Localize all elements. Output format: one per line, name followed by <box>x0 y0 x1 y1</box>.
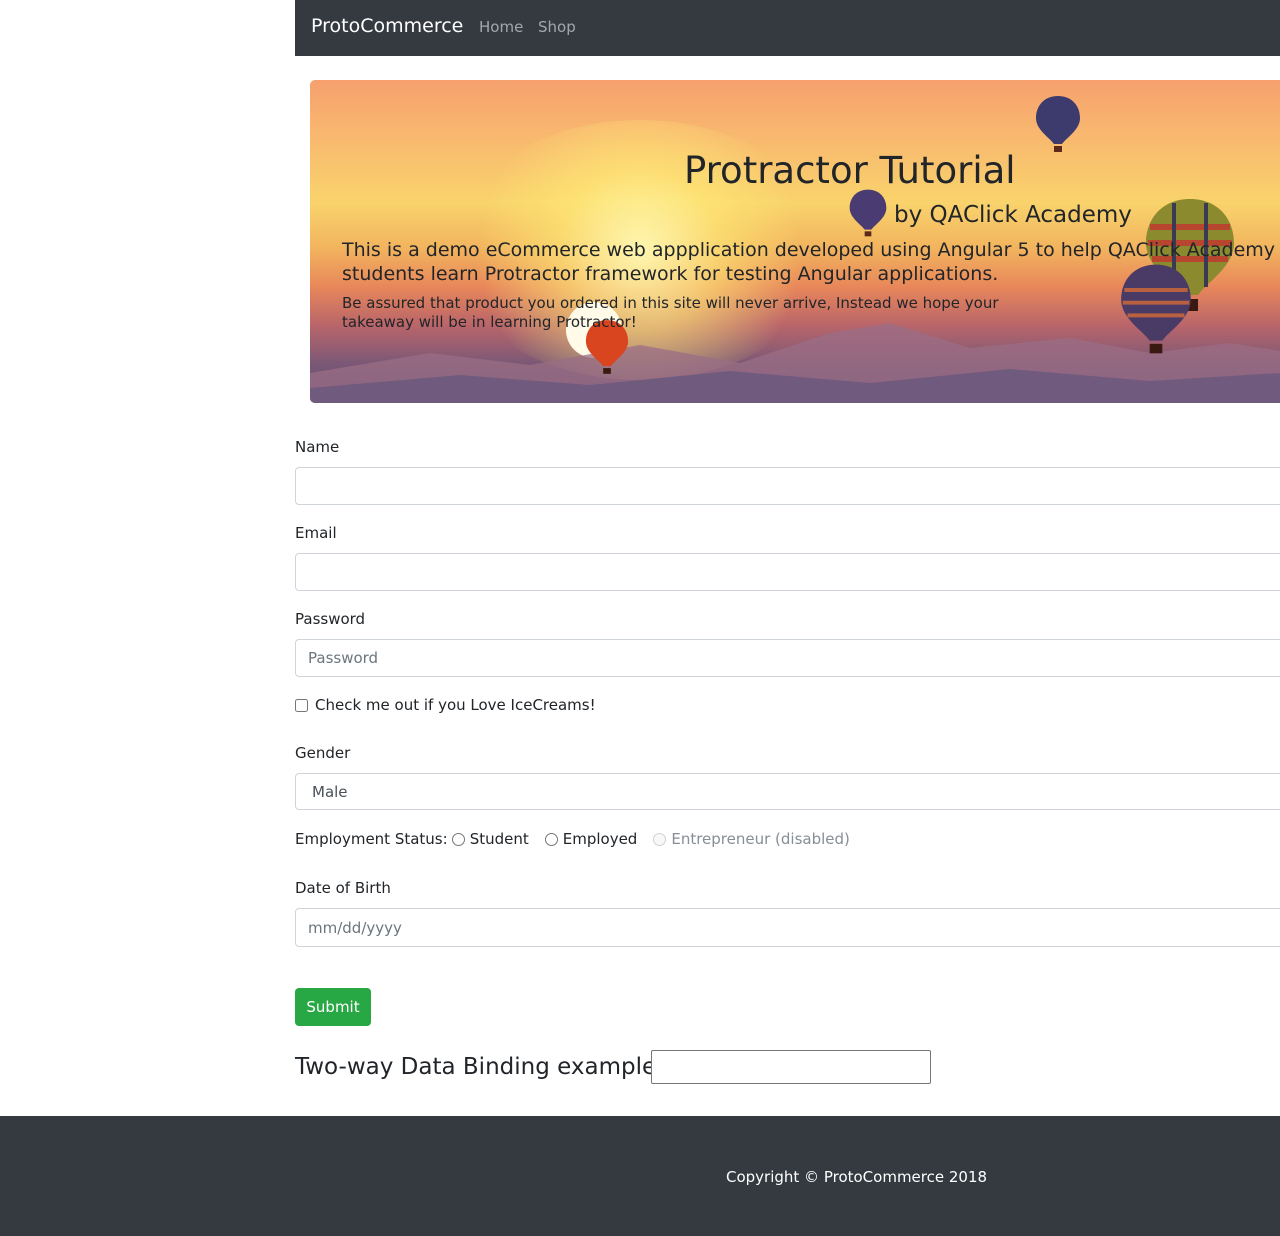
balloon-image <box>849 189 887 237</box>
nav-link-home[interactable]: Home <box>479 18 523 36</box>
name-label: Name <box>295 438 340 456</box>
radio-entrepreneur: Entrepreneur (disabled) <box>653 830 850 848</box>
radio-entrepreneur-input <box>653 832 667 846</box>
hero-subtitle: by QAClick Academy <box>894 202 1132 228</box>
password-label: Password <box>295 610 366 628</box>
gender-label: Gender <box>295 744 351 762</box>
dob-field[interactable] <box>295 908 1280 947</box>
password-field[interactable] <box>295 639 1280 677</box>
name-field[interactable] <box>295 467 1280 505</box>
icecream-checkbox[interactable] <box>295 698 308 712</box>
nav-link-shop[interactable]: Shop <box>538 18 576 36</box>
dob-label: Date of Birth <box>295 879 391 897</box>
binding-input[interactable] <box>651 1050 931 1084</box>
hero-title: Protractor Tutorial <box>684 149 1016 192</box>
brand-link[interactable]: ProtoCommerce <box>311 15 463 37</box>
email-field[interactable] <box>295 553 1280 591</box>
gender-select[interactable]: Male <box>295 773 1280 810</box>
icecream-checkbox-row: Check me out if you Love IceCreams! <box>295 696 596 714</box>
binding-label: Two-way Data Binding example: <box>295 1054 664 1080</box>
radio-employed-label: Employed <box>562 830 638 848</box>
gender-selected-value: Male <box>312 782 348 801</box>
copyright-text: Copyright © ProtoCommerce 2018 <box>726 1168 988 1186</box>
employment-status-row: Employment Status: Student Employed Entr… <box>295 830 850 848</box>
hero-description: This is a demo eCommerce web appplicatio… <box>342 239 1276 285</box>
radio-employed[interactable]: Employed <box>544 830 638 848</box>
radio-entrepreneur-label: Entrepreneur (disabled) <box>671 830 850 848</box>
balloon-image <box>1036 96 1080 152</box>
radio-student[interactable]: Student <box>451 830 529 848</box>
email-label: Email <box>295 524 337 542</box>
radio-student-label: Student <box>469 830 529 848</box>
hero-banner: Protractor Tutorial by QAClick Academy T… <box>310 80 1280 403</box>
submit-button[interactable]: Submit <box>295 988 371 1026</box>
top-navbar: ProtoCommerce Home Shop <box>295 0 1280 56</box>
footer: Copyright © ProtoCommerce 2018 <box>0 1116 1280 1236</box>
radio-employed-input[interactable] <box>544 832 558 846</box>
icecream-checkbox-label: Check me out if you Love IceCreams! <box>315 696 596 714</box>
hero-note: Be assured that product you ordered in t… <box>342 294 999 331</box>
radio-student-input[interactable] <box>451 832 465 846</box>
employment-label: Employment Status: <box>295 830 448 848</box>
